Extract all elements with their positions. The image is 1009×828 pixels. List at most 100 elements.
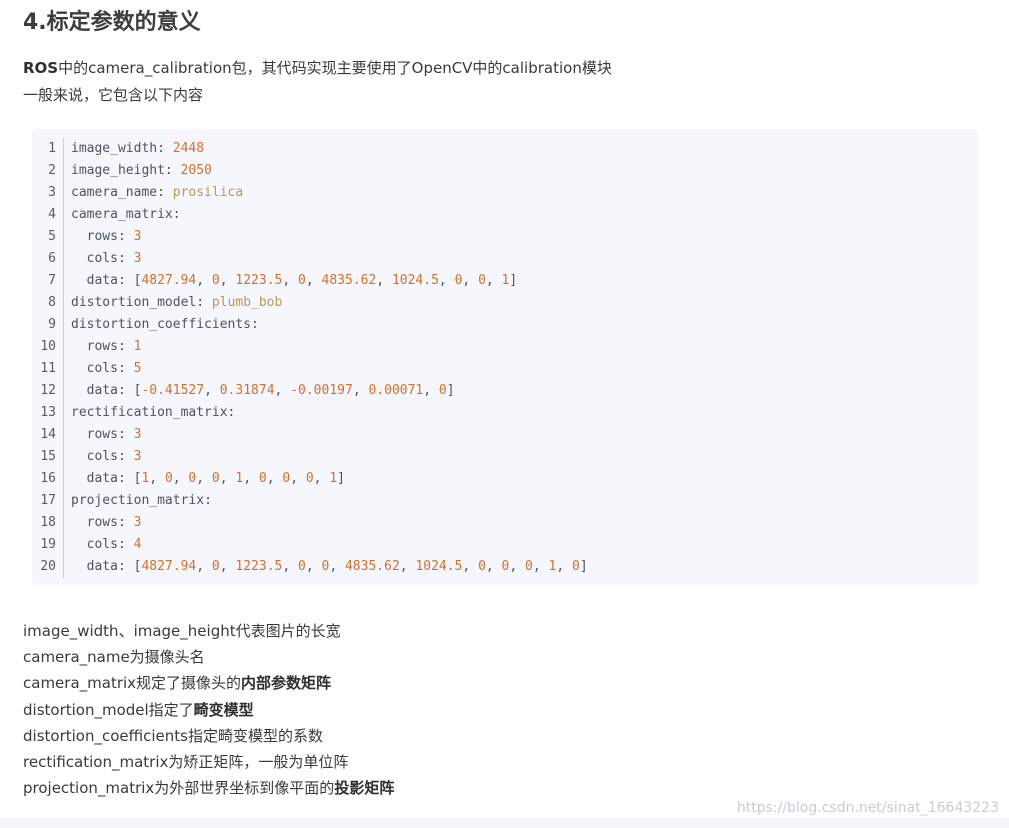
note-line: distortion_model指定了畸变模型 [23, 697, 394, 723]
code-token: 0 [298, 559, 306, 574]
line-number: 14 [32, 424, 64, 446]
code-token: : [172, 207, 181, 222]
code-token: distortion_coefficients [71, 317, 252, 332]
line-number: 12 [32, 380, 64, 402]
code-line: 15 cols: 3 [32, 446, 588, 468]
code-token: 0 [525, 559, 533, 574]
code-line: 8 distortion_model: plumb_bob [32, 292, 588, 314]
code-line: 4 camera_matrix: [32, 204, 588, 226]
code-token: rectification_matrix [71, 405, 228, 420]
code-token: , [274, 383, 291, 398]
code-token: 3 [133, 449, 142, 464]
code-token: , [352, 383, 369, 398]
code-token: 1024.5 [415, 559, 463, 574]
code-content: data: [4827.94, 0, 1223.5, 0, 0, 4835.62… [71, 556, 588, 578]
code-line: 5 rows: 3 [32, 226, 588, 248]
line-number: 11 [32, 358, 64, 380]
code-content: image_height: 2050 [71, 160, 212, 182]
code-token: data [71, 273, 118, 288]
code-block: 1 image_width: 2448 2 image_height: 2050 3 ca… [32, 129, 978, 585]
code-token: : [157, 141, 173, 156]
code-token: , [462, 559, 479, 574]
code-token: plumb_bob [211, 295, 283, 310]
code-token: 1223.5 [235, 559, 283, 574]
code-token: , [243, 471, 259, 486]
code-line: 3 camera_name: prosilica [32, 182, 588, 204]
code-token: 2448 [172, 141, 205, 156]
code-token: rows [71, 229, 118, 244]
code-token: , [313, 471, 330, 486]
code-token: 4 [133, 537, 142, 552]
code-token: rows [71, 515, 118, 530]
code-token: ] [579, 559, 588, 574]
code-token: 3 [133, 427, 142, 442]
code-token: : [117, 361, 134, 376]
code-token: : [227, 405, 236, 420]
line-number: 17 [32, 490, 64, 512]
code-token: , [399, 559, 416, 574]
code-content: projection_matrix: [71, 490, 212, 512]
code-content: cols: 4 [71, 534, 142, 556]
code-token: 0 [478, 559, 486, 574]
code-token: 4835.62 [321, 273, 377, 288]
line-number: 18 [32, 512, 64, 534]
code-token: image_height [71, 163, 165, 178]
code-token: cols [71, 251, 118, 266]
code-token: : [117, 427, 134, 442]
code-content: rows: 3 [71, 226, 142, 248]
code-token: rows [71, 339, 118, 354]
line-number: 6 [32, 248, 64, 270]
line-number: 1 [32, 138, 64, 160]
code-token: : [117, 515, 134, 530]
code-token: -0.00197 [290, 383, 353, 398]
code-token: , [219, 273, 236, 288]
code-token: : [117, 537, 134, 552]
intro-ros-bold: ROS [23, 59, 59, 77]
code-token: , [204, 383, 220, 398]
code-content: camera_matrix: [71, 204, 181, 226]
line-number: 20 [32, 556, 64, 578]
code-token: : [ [117, 559, 142, 574]
code-content: data: [-0.41527, 0.31874, -0.00197, 0.00… [71, 380, 455, 402]
code-token: 0 [305, 471, 314, 486]
code-token: : [157, 185, 173, 200]
code-token: , [172, 471, 189, 486]
code-token: 3 [133, 229, 142, 244]
note-text: camera_name为摄像头名 [23, 648, 205, 667]
note-text: distortion_coefficients指定畸变模型的系数 [23, 726, 323, 745]
code-token: ] [509, 273, 518, 288]
code-token: : [117, 229, 134, 244]
code-token: ] [446, 383, 455, 398]
code-token: 0 [298, 273, 306, 288]
code-token: data [71, 559, 118, 574]
note-bold: 投影矩阵 [334, 779, 395, 798]
code-content: rectification_matrix: [71, 402, 235, 424]
code-content: distortion_model: plumb_bob [71, 292, 282, 314]
code-line: 7 data: [4827.94, 0, 1223.5, 0, 4835.62,… [32, 270, 588, 292]
code-token: , [376, 273, 392, 288]
code-line: 6 cols: 3 [32, 248, 588, 270]
code-token: 1223.5 [235, 273, 283, 288]
note-line: image_width、image_height代表图片的长宽 [23, 618, 394, 644]
line-number: 7 [32, 270, 64, 292]
code-token: , [282, 273, 299, 288]
note-line: camera_name为摄像头名 [23, 644, 394, 670]
code-token: 1 [133, 339, 142, 354]
code-content: rows: 1 [71, 336, 142, 358]
line-number: 8 [32, 292, 64, 314]
code-line: 19 cols: 4 [32, 534, 588, 556]
code-token: 0 [211, 471, 220, 486]
code-content: data: [1, 0, 0, 0, 1, 0, 0, 0, 1] [71, 468, 345, 490]
code-line: 10 rows: 1 [32, 336, 588, 358]
note-text: rectification_matrix为矫正矩阵，一般为单位阵 [23, 753, 349, 772]
code-token: 0 [438, 383, 447, 398]
code-token: , [305, 273, 322, 288]
note-bold: 畸变模型 [193, 700, 254, 719]
code-token: 0 [478, 273, 486, 288]
code-content: cols: 3 [71, 248, 142, 270]
note-text: projection_matrix为外部世界坐标到像平面的 [23, 779, 335, 798]
code-token: : [ [117, 471, 142, 486]
code-token: 0.00071 [368, 383, 424, 398]
code-content: rows: 3 [71, 512, 142, 534]
code-line: 16 data: [1, 0, 0, 0, 1, 0, 0, 0, 1] [32, 468, 588, 490]
